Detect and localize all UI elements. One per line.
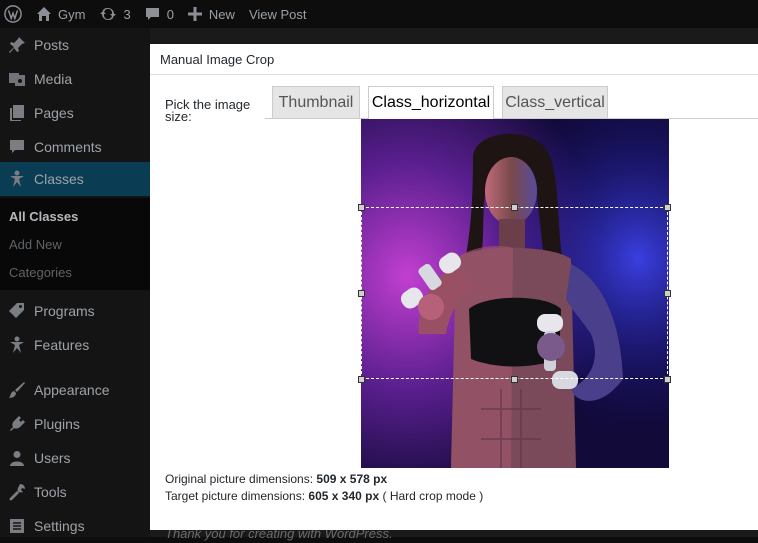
comments-icon [0,139,34,155]
menu-label: Posts [34,37,70,53]
site-name-link[interactable]: Gym [28,0,92,28]
settings-icon [0,518,34,534]
tag-icon [0,302,34,320]
paintbrush-icon [0,381,34,399]
new-label: New [208,6,235,22]
menu-label: Settings [34,518,85,534]
updates-count: 3 [123,6,131,22]
crop-handle-sw[interactable] [358,376,365,383]
updates-link[interactable]: 3 [92,0,137,28]
menu-settings[interactable]: Settings [0,509,150,543]
updates-icon [99,6,117,22]
target-dimensions-value: 605 x 340 px [308,489,380,503]
comments-count: 0 [166,6,174,22]
submenu-categories[interactable]: Categories [9,265,72,280]
crop-handle-e[interactable] [664,290,671,297]
plugin-icon [0,415,34,433]
menu-label: Programs [34,303,95,319]
menu-label: Features [34,337,90,353]
menu-media[interactable]: Media [0,62,150,96]
menu-label: Classes [34,171,84,187]
menu-label: Pages [34,105,74,121]
menu-pages[interactable]: Pages [0,96,150,130]
crop-handle-n[interactable] [511,204,518,211]
comment-bubble-icon [145,7,160,22]
menu-classes[interactable]: Classes [0,162,150,196]
target-dimensions: Target picture dimensions: 605 x 340 px … [165,489,483,503]
admin-bar: Gym 3 0 New View Post [0,0,758,28]
admin-sidebar: Posts Media Pages Comments Classes All C… [0,28,150,537]
target-dimensions-label: Target picture dimensions: [165,489,306,503]
fitness-photo [361,119,669,468]
tab-class-horizontal[interactable]: Class_horizontal [368,86,494,119]
menu-label: Comments [34,139,102,155]
menu-posts[interactable]: Posts [0,28,150,62]
comments-link[interactable]: 0 [138,0,181,28]
crop-mode-label: ( Hard crop mode ) [382,489,484,503]
crop-handle-s[interactable] [511,376,518,383]
classes-submenu: All Classes Add New Categories [0,198,150,290]
menu-label: Appearance [34,382,110,398]
menu-label: Media [34,71,73,87]
original-dimensions-value: 509 x 578 px [316,472,388,486]
manual-image-crop-modal: Manual Image Crop Pick the image size: T… [150,44,758,530]
menu-plugins[interactable]: Plugins [0,407,150,441]
menu-tools[interactable]: Tools [0,475,150,509]
pages-icon [0,104,34,122]
menu-label: Tools [34,484,67,500]
site-name: Gym [58,6,86,22]
menu-comments[interactable]: Comments [0,130,150,164]
crop-handle-w[interactable] [358,290,365,297]
wordpress-logo-icon[interactable] [0,0,28,28]
original-dimensions: Original picture dimensions: 509 x 578 p… [165,472,387,486]
menu-features[interactable]: Features [0,328,150,362]
tab-thumbnail[interactable]: Thumbnail [272,86,360,118]
star-figure-icon [0,336,34,354]
menu-programs[interactable]: Programs [0,294,150,328]
submenu-add-new[interactable]: Add New [9,237,62,252]
modal-header: Manual Image Crop [150,44,758,75]
pick-size-label: Pick the image size: [165,97,251,124]
crop-handle-se[interactable] [664,376,671,383]
users-icon [0,450,34,466]
crop-handle-nw[interactable] [358,204,365,211]
home-icon [36,6,52,22]
menu-label: Users [34,450,71,466]
pushpin-icon [0,36,34,54]
media-icon [0,70,34,88]
original-dimensions-label: Original picture dimensions: [165,472,314,486]
menu-users[interactable]: Users [0,441,150,475]
new-content-link[interactable]: New [181,0,242,28]
star-figure-icon [0,170,34,188]
plus-icon [187,7,202,21]
crop-image[interactable] [361,119,669,468]
wrench-icon [0,483,34,501]
crop-handle-ne[interactable] [664,204,671,211]
submenu-all-classes[interactable]: All Classes [9,209,78,224]
view-post-link[interactable]: View Post [242,0,314,28]
modal-title: Manual Image Crop [160,52,275,67]
menu-label: Plugins [34,416,80,432]
tab-class-vertical[interactable]: Class_vertical [502,86,608,118]
menu-appearance[interactable]: Appearance [0,373,150,407]
